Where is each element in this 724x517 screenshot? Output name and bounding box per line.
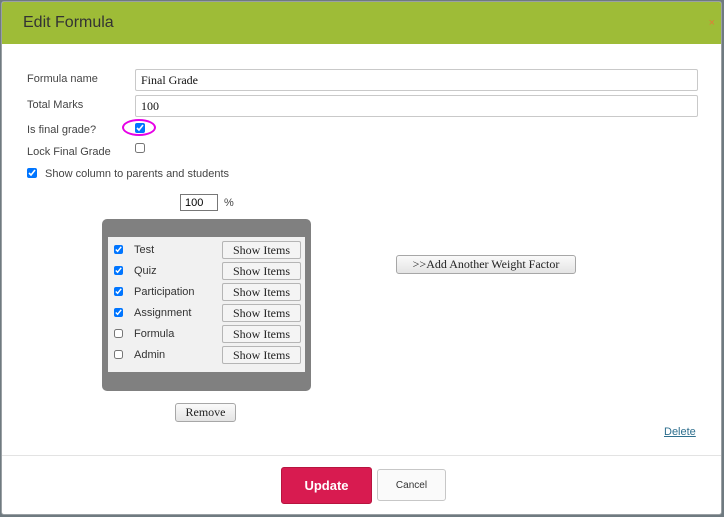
category-checkbox[interactable] [114, 308, 123, 317]
category-checkbox[interactable] [114, 350, 123, 359]
list-item: Test Show Items [108, 240, 305, 261]
list-item: Formula Show Items [108, 324, 305, 345]
category-checkbox[interactable] [114, 245, 123, 254]
show-items-button[interactable]: Show Items [222, 262, 301, 280]
category-label: Quiz [134, 265, 157, 277]
show-column-label: Show column to parents and students [45, 168, 230, 180]
show-column-checkbox[interactable] [27, 168, 37, 178]
show-items-button[interactable]: Show Items [222, 346, 301, 364]
footer-divider [2, 455, 721, 456]
update-button[interactable]: Update [281, 467, 372, 504]
close-icon[interactable]: × [709, 18, 715, 29]
show-items-button[interactable]: Show Items [222, 325, 301, 343]
category-label: Test [134, 244, 155, 256]
show-items-button[interactable]: Show Items [222, 241, 301, 259]
category-label: Assignment [134, 307, 192, 319]
show-items-button[interactable]: Show Items [222, 304, 301, 322]
percent-sign: % [224, 197, 234, 209]
total-marks-input[interactable] [135, 95, 698, 117]
formula-name-input[interactable] [135, 69, 698, 91]
is-final-grade-label: Is final grade? [27, 124, 97, 136]
weight-factor-list: Test Show Items Quiz Show Items Particip… [108, 237, 305, 372]
category-label: Formula [134, 328, 175, 340]
total-marks-label: Total Marks [27, 99, 84, 111]
dialog-title: Edit Formula [23, 14, 114, 31]
weight-factor-panel: Test Show Items Quiz Show Items Particip… [102, 219, 311, 391]
list-item: Quiz Show Items [108, 261, 305, 282]
add-weight-factor-button[interactable]: >>Add Another Weight Factor [396, 255, 576, 274]
remove-button[interactable]: Remove [175, 403, 236, 422]
is-final-grade-checkbox[interactable] [135, 123, 145, 133]
lock-final-grade-label: Lock Final Grade [27, 146, 111, 158]
lock-final-grade-checkbox[interactable] [135, 143, 145, 153]
delete-link[interactable]: Delete [664, 426, 696, 438]
category-checkbox[interactable] [114, 287, 123, 296]
category-checkbox[interactable] [114, 266, 123, 275]
formula-name-label: Formula name [27, 73, 98, 85]
show-items-button[interactable]: Show Items [222, 283, 301, 301]
weight-percent-input[interactable] [180, 194, 218, 211]
list-item: Assignment Show Items [108, 303, 305, 324]
list-item: Admin Show Items [108, 345, 305, 366]
edit-formula-dialog: Edit Formula × Formula name Total Marks … [1, 1, 722, 515]
cancel-button[interactable]: Cancel [377, 469, 446, 501]
list-item: Participation Show Items [108, 282, 305, 303]
category-checkbox[interactable] [114, 329, 123, 338]
category-label: Participation [134, 286, 195, 298]
dialog-header: Edit Formula × [2, 2, 721, 44]
category-label: Admin [134, 349, 166, 361]
